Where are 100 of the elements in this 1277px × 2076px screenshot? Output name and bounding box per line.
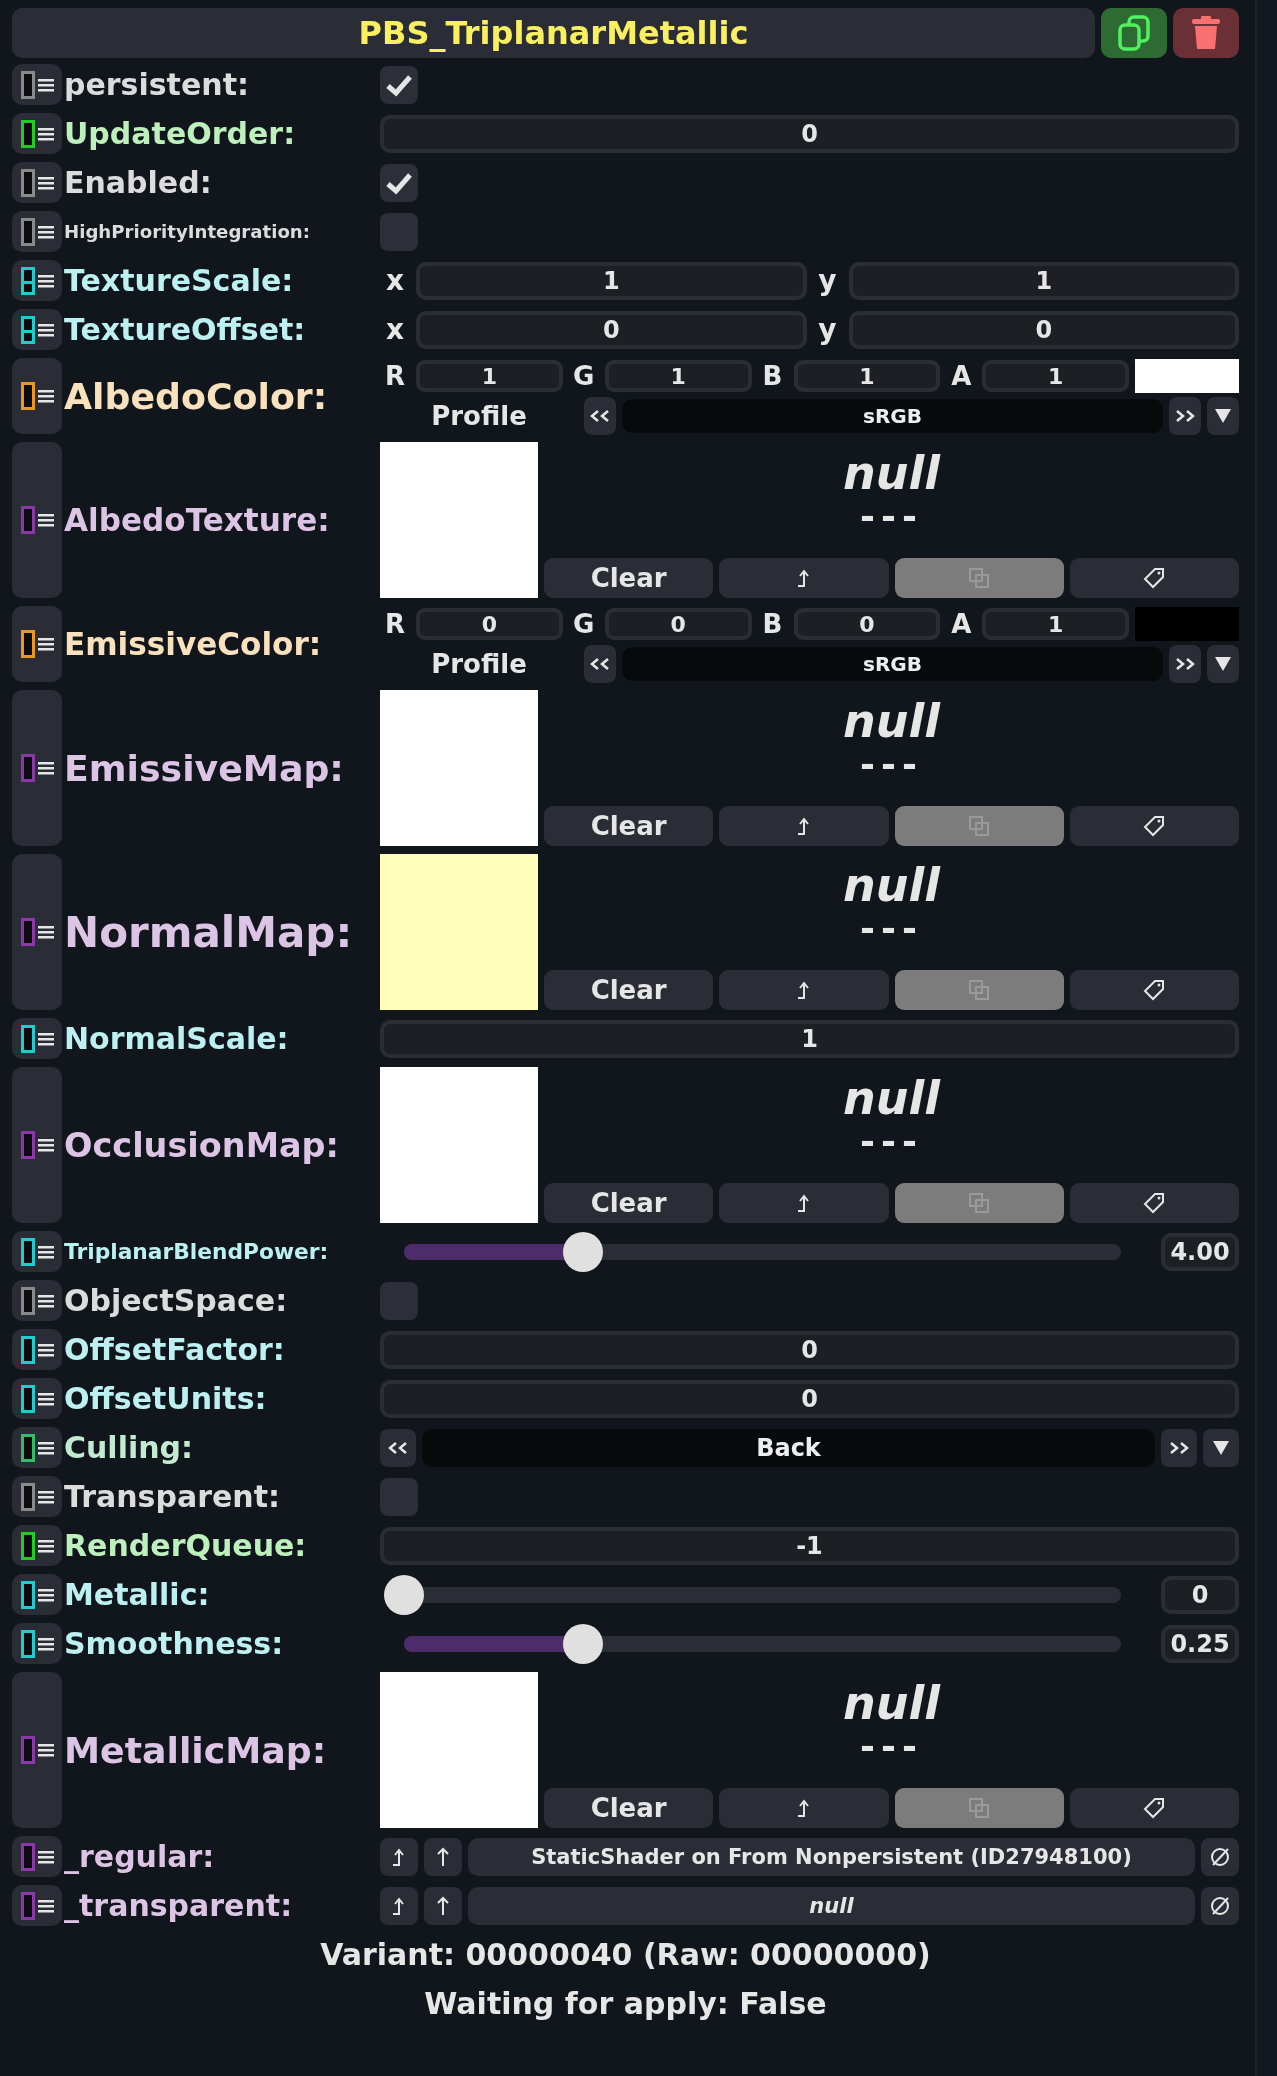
delete-button[interactable] [1173, 8, 1239, 58]
channel-label: B [761, 609, 784, 639]
number-field[interactable]: 1 [848, 261, 1239, 300]
asset-detail: --- [860, 746, 923, 783]
field-handle[interactable] [12, 1067, 62, 1223]
field-handle[interactable] [12, 442, 62, 598]
field-label: _regular: [63, 1839, 216, 1874]
enum-dropdown[interactable]: Back [422, 1428, 1155, 1467]
color-swatch[interactable] [1135, 359, 1239, 393]
number-field[interactable]: 0 [848, 310, 1239, 349]
menu-icon [37, 389, 54, 403]
field-handle[interactable] [12, 1280, 62, 1321]
number-field[interactable]: 1 [416, 360, 563, 392]
number-field[interactable]: 1 [793, 360, 941, 392]
field-label: persistent: [63, 67, 250, 102]
field-handle[interactable] [12, 1525, 62, 1566]
number-field[interactable]: 0 [416, 608, 563, 640]
dropdown-button[interactable] [1203, 1428, 1239, 1467]
profile-dropdown[interactable]: sRGB [622, 399, 1163, 433]
field-handle[interactable] [12, 1329, 62, 1370]
color-swatch[interactable] [1135, 607, 1239, 641]
set-null-button[interactable] [1201, 1837, 1239, 1876]
checkbox[interactable] [380, 212, 418, 251]
next-button[interactable] [1169, 397, 1201, 435]
number-field[interactable]: 0 [416, 310, 807, 349]
checkbox[interactable] [380, 1281, 418, 1320]
field-handle[interactable] [12, 606, 62, 682]
reference-field[interactable]: null [468, 1886, 1195, 1925]
field-handle[interactable] [12, 690, 62, 846]
previous-button[interactable] [380, 1428, 416, 1467]
field-handle[interactable] [12, 1574, 62, 1615]
field-handle[interactable] [12, 211, 62, 252]
field-handle[interactable] [12, 64, 62, 105]
slider-thumb[interactable] [563, 1231, 604, 1272]
dropdown-button[interactable] [1207, 397, 1239, 435]
parent-button[interactable] [424, 1886, 462, 1925]
number-field[interactable]: 1 [982, 608, 1129, 640]
field-handle[interactable] [12, 162, 62, 203]
menu-icon [37, 1849, 54, 1864]
field-handle[interactable] [12, 854, 62, 1010]
open-button[interactable] [380, 1837, 418, 1876]
field-handle[interactable] [12, 260, 62, 301]
number-field[interactable]: 0 [604, 608, 752, 640]
field-handle[interactable] [12, 1836, 62, 1877]
number-field[interactable]: 0 [793, 608, 941, 640]
checkbox[interactable] [380, 1477, 418, 1516]
slider-thumb[interactable] [563, 1623, 604, 1664]
slider-value[interactable]: 4.00 [1161, 1232, 1239, 1271]
channel-label: R [384, 361, 406, 391]
clear-button[interactable]: Clear [544, 970, 714, 1010]
next-button[interactable] [1169, 645, 1201, 683]
field-handle[interactable] [12, 113, 62, 154]
number-field[interactable]: 0 [380, 1379, 1239, 1418]
clear-button[interactable]: Clear [544, 1788, 714, 1828]
field-label: Transparent: [63, 1479, 281, 1514]
field-handle[interactable] [12, 1378, 62, 1419]
checkbox[interactable] [380, 163, 418, 202]
field-handle[interactable] [12, 1623, 62, 1664]
hook-arrow-icon [795, 569, 812, 587]
field-handle[interactable] [12, 1885, 62, 1926]
checkbox[interactable] [380, 65, 418, 104]
hook-arrow-icon [391, 1896, 407, 1915]
number-field[interactable]: 1 [604, 360, 752, 392]
number-field[interactable]: 0 [380, 114, 1239, 153]
number-field[interactable]: 1 [416, 261, 807, 300]
duplicate-button[interactable] [1101, 8, 1167, 58]
clear-button[interactable]: Clear [544, 1183, 714, 1223]
slider-value[interactable]: 0 [1161, 1575, 1239, 1614]
asset-name: null [843, 1073, 940, 1124]
duplicate-icon [968, 979, 991, 1001]
field-handle[interactable] [12, 1231, 62, 1272]
number-field[interactable]: 0 [380, 1330, 1239, 1369]
clear-button[interactable]: Clear [544, 558, 714, 598]
next-button[interactable] [1161, 1428, 1197, 1467]
slider-value[interactable]: 0.25 [1161, 1624, 1239, 1663]
channel-label: G [572, 361, 596, 391]
reference-field[interactable]: StaticShader on From Nonpersistent (ID27948100) [468, 1837, 1195, 1876]
slider-thumb[interactable] [384, 1574, 424, 1615]
field-label: TriplanarBlendPower: [63, 1239, 330, 1264]
previous-button[interactable] [584, 397, 616, 435]
field-label: NormalMap: [63, 907, 354, 957]
previous-button[interactable] [584, 645, 616, 683]
open-button[interactable] [380, 1886, 418, 1925]
number-field[interactable]: 1 [380, 1019, 1239, 1058]
field-label: AlbedoTexture: [63, 502, 331, 538]
field-handle[interactable] [12, 358, 62, 434]
field-handle[interactable] [12, 1427, 62, 1468]
field-handle[interactable] [12, 309, 62, 350]
number-field[interactable]: -1 [380, 1526, 1239, 1565]
dropdown-button[interactable] [1207, 645, 1239, 683]
channel-label: B [761, 361, 784, 391]
set-null-button[interactable] [1201, 1886, 1239, 1925]
clear-button[interactable]: Clear [544, 806, 714, 846]
tag-icon [1143, 979, 1166, 1001]
field-handle[interactable] [12, 1672, 62, 1828]
profile-dropdown[interactable]: sRGB [622, 647, 1163, 681]
field-handle[interactable] [12, 1018, 62, 1059]
field-handle[interactable] [12, 1476, 62, 1517]
number-field[interactable]: 1 [982, 360, 1129, 392]
parent-button[interactable] [424, 1837, 462, 1876]
